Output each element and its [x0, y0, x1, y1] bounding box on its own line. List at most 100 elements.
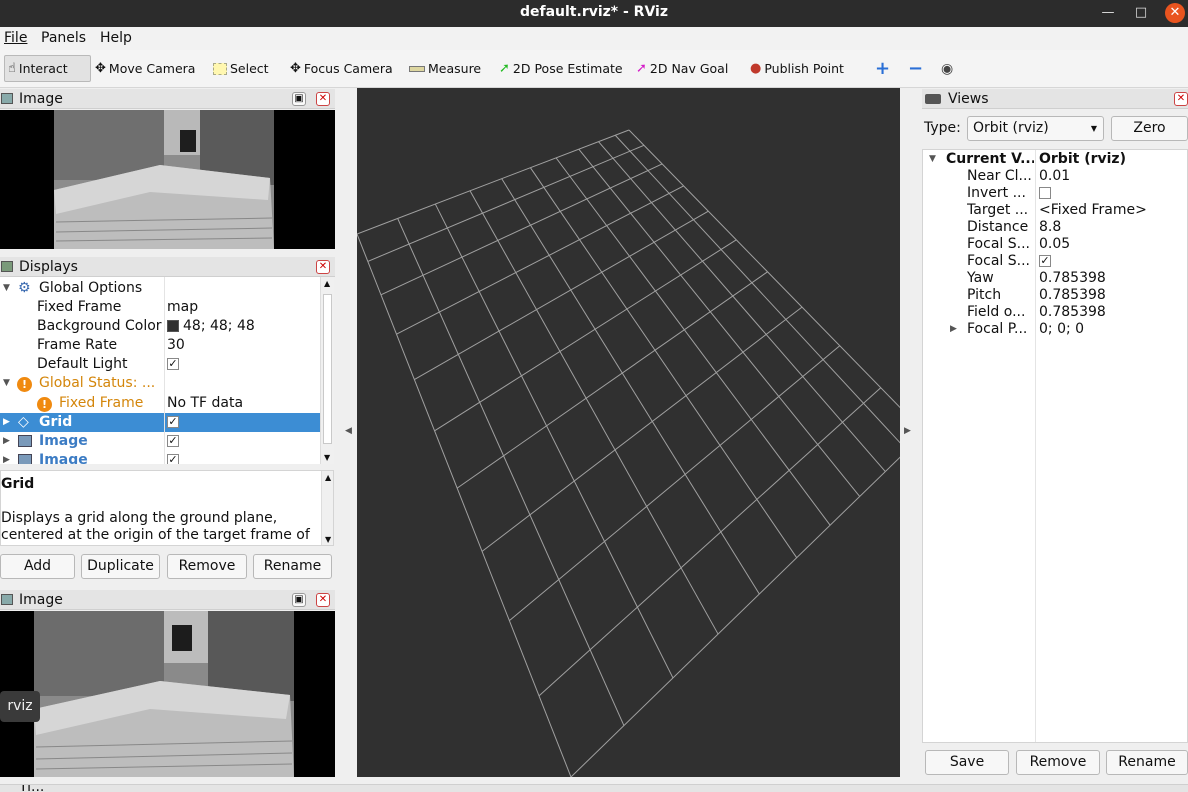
description-scrollbar[interactable]: ▲ ▼ [321, 471, 333, 545]
duplicate-display-button[interactable]: Duplicate [81, 554, 160, 579]
menu-panels[interactable]: Panels [41, 30, 86, 46]
default-light-checkbox[interactable]: ✓ [167, 358, 179, 370]
remove-display-button[interactable]: Remove [167, 554, 247, 579]
scroll-down-icon[interactable]: ▼ [325, 535, 331, 544]
tree-row-global-options[interactable]: ▼ ⚙ Global Options [0, 279, 320, 298]
field-of-view-value[interactable]: 0.785398 [1039, 304, 1106, 321]
fixed-frame-value[interactable]: map [167, 298, 198, 317]
undock-icon[interactable]: ▣ [292, 92, 306, 106]
publish-point-tool-button[interactable]: ● Publish Point [750, 55, 844, 82]
grid-line [357, 233, 572, 777]
close-panel-icon[interactable]: ✕ [1174, 92, 1188, 106]
save-view-button[interactable]: Save [925, 750, 1009, 775]
yaw-value[interactable]: 0.785398 [1039, 270, 1106, 287]
add-tool-icon[interactable]: + [875, 55, 890, 82]
tree-row-current-view[interactable]: ▼ Current V... Orbit (rviz) [923, 151, 1188, 168]
close-panel-icon[interactable]: ✕ [316, 260, 330, 274]
tree-row-fixed-frame[interactable]: Fixed Frame map [0, 298, 320, 317]
close-window-icon[interactable]: ✕ [1165, 3, 1185, 23]
tree-row-background-color[interactable]: Background Color 48; 48; 48 [0, 317, 320, 336]
tree-row-frame-rate[interactable]: Frame Rate 30 [0, 336, 320, 355]
rename-display-button[interactable]: Rename [253, 554, 332, 579]
tree-row-yaw[interactable]: Yaw 0.785398 [923, 270, 1188, 287]
tree-row-near-clip[interactable]: Near Cl... 0.01 [923, 168, 1188, 185]
background-color-value[interactable]: 48; 48; 48 [167, 317, 255, 336]
invert-checkbox[interactable] [1039, 187, 1051, 199]
time-panel-title: Ti... [19, 784, 45, 792]
undock-icon[interactable]: ▣ [292, 593, 306, 607]
remove-view-button[interactable]: Remove [1016, 750, 1100, 775]
select-tool-button[interactable]: Select [213, 55, 269, 82]
tree-row-default-light[interactable]: Default Light ✓ [0, 355, 320, 374]
default-light-label: Default Light [37, 356, 128, 372]
image-display-icon [18, 454, 32, 464]
scroll-thumb[interactable] [323, 294, 332, 444]
scroll-up-icon[interactable]: ▲ [325, 473, 331, 482]
rename-view-button[interactable]: Rename [1106, 750, 1188, 775]
tree-row-focal-shape[interactable]: Focal S... ✓ [923, 253, 1188, 270]
image-enabled-checkbox[interactable]: ✓ [167, 454, 179, 464]
zero-button[interactable]: Zero [1111, 116, 1188, 141]
field-of-view-label: Field o... [967, 304, 1026, 320]
nav-goal-tool-button[interactable]: ➚ 2D Nav Goal [636, 55, 728, 82]
displays-scrollbar[interactable]: ▲ ▼ [320, 277, 334, 464]
expand-arrow-icon[interactable]: ▶ [3, 451, 10, 464]
add-display-button[interactable]: Add [0, 554, 75, 579]
focal-point-value[interactable]: 0; 0; 0 [1039, 321, 1084, 338]
expand-arrow-icon[interactable]: ▶ [3, 432, 10, 451]
pitch-value[interactable]: 0.785398 [1039, 287, 1106, 304]
tree-row-distance[interactable]: Distance 8.8 [923, 219, 1188, 236]
focal-size-value[interactable]: 0.05 [1039, 236, 1070, 253]
move-camera-tool-button[interactable]: ✥ Move Camera [95, 55, 195, 82]
tree-row-image-1[interactable]: ▶ Image ✓ [0, 432, 320, 451]
measure-label: Measure [428, 61, 482, 76]
collapse-arrow-icon[interactable]: ▼ [3, 279, 10, 298]
image-enabled-checkbox[interactable]: ✓ [167, 435, 179, 447]
scroll-up-icon[interactable]: ▲ [324, 279, 330, 288]
grid-enabled-checkbox[interactable]: ✓ [167, 416, 179, 428]
tree-row-image-2[interactable]: ▶ Image ✓ [0, 451, 320, 464]
collapse-right-icon[interactable]: ▶ [904, 426, 911, 436]
tree-row-focal-point[interactable]: ▶ Focal P... 0; 0; 0 [923, 321, 1188, 338]
tree-row-grid[interactable]: ▶ ◇ Grid ✓ [0, 413, 320, 432]
interact-tool-button[interactable]: ☝ Interact [4, 55, 91, 82]
menu-help[interactable]: Help [100, 30, 132, 46]
publish-point-label: Publish Point [764, 61, 844, 76]
remove-tool-icon[interactable]: − [908, 55, 923, 82]
tree-row-field-of-view[interactable]: Field o... 0.785398 [923, 304, 1188, 321]
tree-row-global-status[interactable]: ▼ ! Global Status: ... [0, 374, 320, 393]
tree-row-invert[interactable]: Invert ... [923, 185, 1188, 202]
tree-row-pitch[interactable]: Pitch 0.785398 [923, 287, 1188, 304]
pose-estimate-tool-button[interactable]: ➚ 2D Pose Estimate [499, 55, 623, 82]
tree-row-status-fixed-frame[interactable]: ! Fixed Frame No TF data [0, 394, 320, 413]
view-type-select[interactable]: Orbit (rviz) ▼ [967, 116, 1104, 141]
menu-file[interactable]: File [4, 30, 27, 46]
measure-tool-button[interactable]: Measure [409, 55, 481, 82]
minimize-icon[interactable]: — [1098, 3, 1118, 23]
global-status-label: Global Status: ... [39, 375, 156, 391]
tree-row-focal-size[interactable]: Focal S... 0.05 [923, 236, 1188, 253]
scroll-down-icon[interactable]: ▼ [324, 453, 330, 462]
eye-icon[interactable]: ◉ [941, 55, 953, 82]
focus-camera-tool-button[interactable]: ✥ Focus Camera [290, 55, 393, 82]
frame-rate-value[interactable]: 30 [167, 336, 185, 355]
background-color-text: 48; 48; 48 [183, 318, 255, 334]
close-panel-icon[interactable]: ✕ [316, 92, 330, 106]
near-clip-value[interactable]: 0.01 [1039, 168, 1070, 185]
tooltip: rviz [0, 691, 40, 722]
expand-arrow-icon[interactable]: ▶ [3, 413, 10, 432]
3d-viewport[interactable] [357, 88, 900, 777]
collapse-arrow-icon[interactable]: ▼ [3, 374, 10, 393]
target-frame-value[interactable]: <Fixed Frame> [1039, 202, 1147, 219]
distance-value[interactable]: 8.8 [1039, 219, 1061, 236]
image-panel-top-title: Image [19, 91, 63, 107]
image-display-icon [18, 435, 32, 447]
collapse-arrow-icon[interactable]: ▼ [929, 151, 936, 168]
maximize-icon[interactable]: □ [1131, 3, 1151, 23]
expand-arrow-icon[interactable]: ▶ [950, 321, 957, 338]
displays-panel-header: Displays ✕ [0, 257, 335, 277]
close-panel-icon[interactable]: ✕ [316, 593, 330, 607]
focal-shape-checkbox[interactable]: ✓ [1039, 255, 1051, 267]
tree-row-target-frame[interactable]: Target ... <Fixed Frame> [923, 202, 1188, 219]
collapse-left-icon[interactable]: ◀ [345, 426, 352, 436]
